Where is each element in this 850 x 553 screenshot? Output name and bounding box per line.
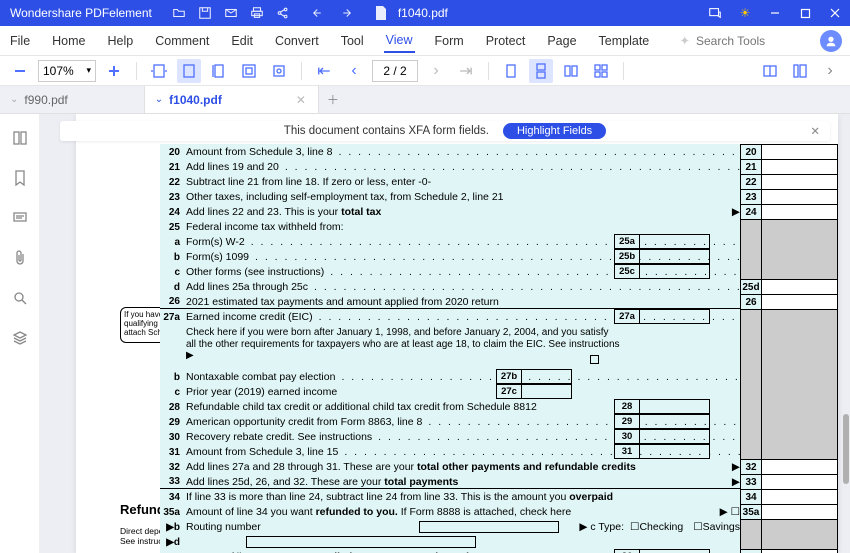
- folder-icon[interactable]: [170, 4, 188, 22]
- tab-close-icon[interactable]: ✕: [294, 93, 308, 107]
- zoom-select[interactable]: 107%▾: [38, 60, 96, 82]
- thumbnails-icon[interactable]: [10, 128, 30, 148]
- undo-icon[interactable]: [310, 4, 328, 22]
- rotate-icon[interactable]: [267, 59, 291, 83]
- file-icon: [372, 4, 390, 22]
- menubar: File Home Help Comment Edit Convert Tool…: [0, 26, 850, 56]
- page-input[interactable]: 2 / 2: [372, 60, 418, 82]
- left-sidebar: [0, 114, 40, 553]
- menu-help[interactable]: Help: [106, 30, 136, 52]
- grid-icon[interactable]: [589, 59, 613, 83]
- theme-icon[interactable]: ☀: [730, 0, 760, 26]
- menu-protect[interactable]: Protect: [484, 30, 528, 52]
- mail-icon[interactable]: [222, 4, 240, 22]
- menu-view[interactable]: View: [384, 29, 415, 53]
- app-name: Wondershare PDFelement: [0, 6, 162, 20]
- zoom-out-button[interactable]: [8, 59, 32, 83]
- next-page-icon[interactable]: ›: [424, 59, 448, 83]
- file-tab-f990[interactable]: ⌄ f990.pdf: [0, 86, 145, 113]
- feedback-icon[interactable]: [700, 0, 730, 26]
- menu-convert[interactable]: Convert: [273, 30, 321, 52]
- search-icon[interactable]: [10, 288, 30, 308]
- first-page-icon[interactable]: ⇤: [312, 59, 336, 83]
- menu-page[interactable]: Page: [545, 30, 578, 52]
- avatar[interactable]: [820, 30, 842, 52]
- file-tab-f1040[interactable]: ⌄ f1040.pdf ✕: [145, 86, 319, 113]
- prev-page-icon[interactable]: ‹: [342, 59, 366, 83]
- toolbar: 107%▾ ⇤ ‹ 2 / 2 › ⇥ ›: [0, 56, 850, 86]
- comments-icon[interactable]: [10, 208, 30, 228]
- more-icon[interactable]: ›: [818, 59, 842, 83]
- menu-file[interactable]: File: [8, 30, 32, 52]
- single-page-icon[interactable]: [499, 59, 523, 83]
- thumbnail-panel-icon[interactable]: [788, 59, 812, 83]
- wand-icon[interactable]: ✦: [680, 33, 690, 48]
- menu-template[interactable]: Template: [597, 30, 652, 52]
- read-mode-icon[interactable]: [758, 59, 782, 83]
- titlebar: Wondershare PDFelement f1040.pdf ☀: [0, 0, 850, 26]
- amount-grid: 20 21 22 23 24 25d 26 32 33 34 35a 36: [740, 144, 838, 553]
- menu-comment[interactable]: Comment: [153, 30, 211, 52]
- banner-text: This document contains XFA form fields.: [284, 125, 489, 137]
- banner-close-icon[interactable]: ✕: [810, 124, 820, 138]
- document-viewer[interactable]: This document contains XFA form fields. …: [40, 114, 850, 553]
- menu-home[interactable]: Home: [50, 30, 87, 52]
- routing-field[interactable]: [419, 521, 559, 533]
- continuous-icon[interactable]: [529, 59, 553, 83]
- share-icon[interactable]: [274, 4, 292, 22]
- highlight-fields-button[interactable]: Highlight Fields: [503, 123, 606, 139]
- tabstrip: ⌄ f990.pdf ⌄ f1040.pdf ✕ ＋: [0, 86, 850, 114]
- zoom-in-button[interactable]: [102, 59, 126, 83]
- account-field[interactable]: [246, 536, 476, 548]
- layers-icon[interactable]: [10, 328, 30, 348]
- fit-height-icon[interactable]: [207, 59, 231, 83]
- eic-checkbox[interactable]: [590, 355, 599, 364]
- minimize-icon[interactable]: [760, 0, 790, 26]
- title-filename: f1040.pdf: [390, 6, 448, 20]
- scrollbar[interactable]: [841, 114, 850, 553]
- redo-icon[interactable]: [336, 4, 354, 22]
- search-input[interactable]: [696, 34, 786, 48]
- bookmark-icon[interactable]: [10, 168, 30, 188]
- save-icon[interactable]: [196, 4, 214, 22]
- maximize-icon[interactable]: [790, 0, 820, 26]
- menu-form[interactable]: Form: [433, 30, 466, 52]
- close-icon[interactable]: [820, 0, 850, 26]
- attachment-icon[interactable]: [10, 248, 30, 268]
- two-page-icon[interactable]: [559, 59, 583, 83]
- last-page-icon[interactable]: ⇥: [454, 59, 478, 83]
- fit-page-icon[interactable]: [147, 59, 171, 83]
- print-icon[interactable]: [248, 4, 266, 22]
- fit-width-icon[interactable]: [177, 59, 201, 83]
- xfa-banner: This document contains XFA form fields. …: [60, 121, 830, 141]
- menu-edit[interactable]: Edit: [229, 30, 255, 52]
- add-tab-button[interactable]: ＋: [319, 86, 347, 113]
- menu-tool[interactable]: Tool: [339, 30, 366, 52]
- pdf-page: If you have a qualifying child, attach S…: [76, 114, 838, 553]
- refund-heading: Refund: [120, 502, 165, 517]
- actual-size-icon[interactable]: [237, 59, 261, 83]
